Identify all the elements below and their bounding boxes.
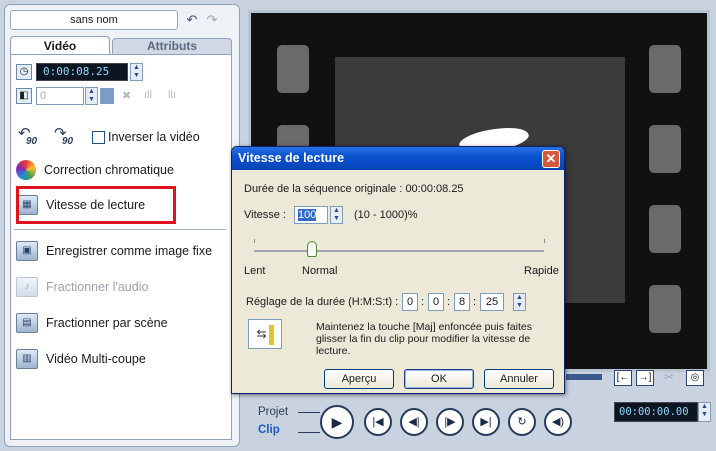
transport-bar: Projet Clip ▶ |◀ ◀| |▶ ▶| ↻ ◀) bbox=[248, 400, 598, 446]
scissors-icon[interactable]: ✂ bbox=[660, 370, 678, 386]
time-separator: : bbox=[421, 296, 425, 308]
slider-mid-label: Normal bbox=[302, 265, 338, 277]
save-still-item[interactable]: ▣ Enregistrer comme image fixe bbox=[16, 238, 212, 264]
split-audio-item[interactable]: ♪ Fractionner l'audio bbox=[16, 274, 148, 300]
fade-in-icon[interactable]: ıll bbox=[144, 89, 152, 101]
multi-trim-label: Vidéo Multi-coupe bbox=[46, 352, 146, 366]
mode-line bbox=[298, 412, 320, 413]
fullscreen-icon[interactable]: ◎ bbox=[686, 370, 704, 386]
scrub-bar[interactable] bbox=[566, 374, 602, 380]
hours-field[interactable]: 0 bbox=[402, 293, 418, 311]
film-sprocket bbox=[649, 285, 681, 333]
slider-min-label: Lent bbox=[244, 265, 266, 277]
speed-slider[interactable] bbox=[254, 250, 544, 252]
speed-range: (10 - 1000)% bbox=[354, 209, 418, 221]
timecode-spinner[interactable]: ▲ ▼ bbox=[698, 402, 711, 422]
multi-trim-item[interactable]: ▥ Vidéo Multi-coupe bbox=[16, 346, 146, 372]
multi-trim-icon: ▥ bbox=[16, 349, 38, 369]
scene-icon: ▤ bbox=[16, 313, 38, 333]
mark-in-icon[interactable]: [← bbox=[614, 370, 632, 386]
split-audio-label: Fractionner l'audio bbox=[46, 280, 149, 294]
previous-frame-button[interactable]: ◀| bbox=[400, 408, 428, 436]
playback-speed-dialog: Vitesse de lecture ✕ Durée de la séquenc… bbox=[231, 146, 565, 394]
color-correction-item[interactable]: Correction chromatique bbox=[16, 157, 174, 183]
repeat-button[interactable]: ↻ bbox=[508, 408, 536, 436]
split-audio-icon: ♪ bbox=[16, 277, 38, 297]
dialog-title: Vitesse de lecture bbox=[232, 147, 564, 170]
volume-field[interactable]: 0 bbox=[36, 87, 84, 105]
duration-adjust-spinner[interactable]: ▲ ▼ bbox=[513, 293, 526, 311]
speed-spinner[interactable]: ▲ ▼ bbox=[330, 206, 343, 224]
save-still-label: Enregistrer comme image fixe bbox=[46, 244, 213, 258]
duration-adjust-label: Réglage de la durée (H:M:S:t) : bbox=[246, 296, 399, 308]
undo-icon[interactable]: ↶ bbox=[184, 12, 200, 28]
tab-attributes[interactable]: Attributs bbox=[112, 38, 232, 54]
camera-icon: ▣ bbox=[16, 241, 38, 261]
volume-icon: ◧ bbox=[16, 88, 32, 104]
hint-text: Maintenez la touche [Maj] enfoncée puis … bbox=[316, 321, 532, 357]
time-separator: : bbox=[447, 296, 451, 308]
frames-field[interactable]: 25 bbox=[480, 293, 504, 311]
next-frame-button[interactable]: |▶ bbox=[436, 408, 464, 436]
reverse-label: Inverser la vidéo bbox=[108, 130, 200, 144]
mode-line bbox=[298, 432, 320, 433]
preview-button[interactable]: Aperçu bbox=[324, 369, 394, 389]
tab-video[interactable]: Vidéo bbox=[10, 36, 110, 54]
cancel-button[interactable]: Annuler bbox=[484, 369, 554, 389]
project-mode[interactable]: Projet bbox=[258, 406, 288, 418]
clock-icon: ◷ bbox=[16, 64, 32, 80]
split-by-scene-label: Fractionner par scène bbox=[46, 316, 168, 330]
timecode-display[interactable]: 00:00:00.00 bbox=[614, 402, 698, 422]
mark-out-icon[interactable]: →] bbox=[636, 370, 654, 386]
close-icon[interactable]: ✕ bbox=[542, 150, 560, 168]
home-button[interactable]: |◀ bbox=[364, 408, 392, 436]
divider bbox=[14, 229, 226, 230]
speed-slider-thumb[interactable] bbox=[307, 241, 317, 257]
rotate-right-icon[interactable]: ↷ 90 bbox=[54, 124, 82, 148]
slider-max-label: Rapide bbox=[524, 265, 559, 277]
film-sprocket bbox=[649, 205, 681, 253]
film-sprocket bbox=[649, 125, 681, 173]
color-correction-label: Correction chromatique bbox=[44, 163, 174, 177]
film-sprocket bbox=[277, 45, 309, 93]
shift-drag-icon: ⇆ bbox=[248, 319, 282, 349]
speed-label: Vitesse : bbox=[244, 209, 286, 221]
mute-icon[interactable]: ✖ bbox=[122, 89, 131, 102]
seconds-field[interactable]: 8 bbox=[454, 293, 470, 311]
highlight-box bbox=[16, 186, 176, 224]
speed-input[interactable]: 100 bbox=[294, 206, 328, 224]
split-by-scene-item[interactable]: ▤ Fractionner par scène bbox=[16, 310, 168, 336]
film-sprocket bbox=[649, 45, 681, 93]
ok-button[interactable]: OK bbox=[404, 369, 474, 389]
duration-spinner[interactable]: ▲ ▼ bbox=[130, 63, 143, 81]
end-button[interactable]: ▶| bbox=[472, 408, 500, 436]
slider-tick bbox=[544, 239, 545, 243]
time-separator: : bbox=[473, 296, 477, 308]
slider-tick bbox=[254, 239, 255, 243]
reverse-checkbox[interactable] bbox=[92, 131, 105, 144]
clip-mode[interactable]: Clip bbox=[258, 424, 280, 436]
color-wheel-icon bbox=[16, 160, 36, 180]
fade-out-icon[interactable]: llı bbox=[168, 89, 176, 101]
minutes-field[interactable]: 0 bbox=[428, 293, 444, 311]
redo-icon[interactable]: ↷ bbox=[204, 12, 220, 28]
duration-display[interactable]: 0:00:08.25 bbox=[36, 63, 128, 81]
original-duration: Durée de la séquence originale : 00:00:0… bbox=[244, 183, 464, 195]
clip-name-field[interactable]: sans nom bbox=[10, 10, 178, 30]
play-button[interactable]: ▶ bbox=[320, 405, 354, 439]
volume-dropdown-icon[interactable] bbox=[100, 88, 114, 104]
rotate-left-icon[interactable]: ↶ 90 bbox=[18, 124, 46, 148]
volume-button[interactable]: ◀) bbox=[544, 408, 572, 436]
volume-spinner[interactable]: ▲ ▼ bbox=[85, 87, 98, 105]
